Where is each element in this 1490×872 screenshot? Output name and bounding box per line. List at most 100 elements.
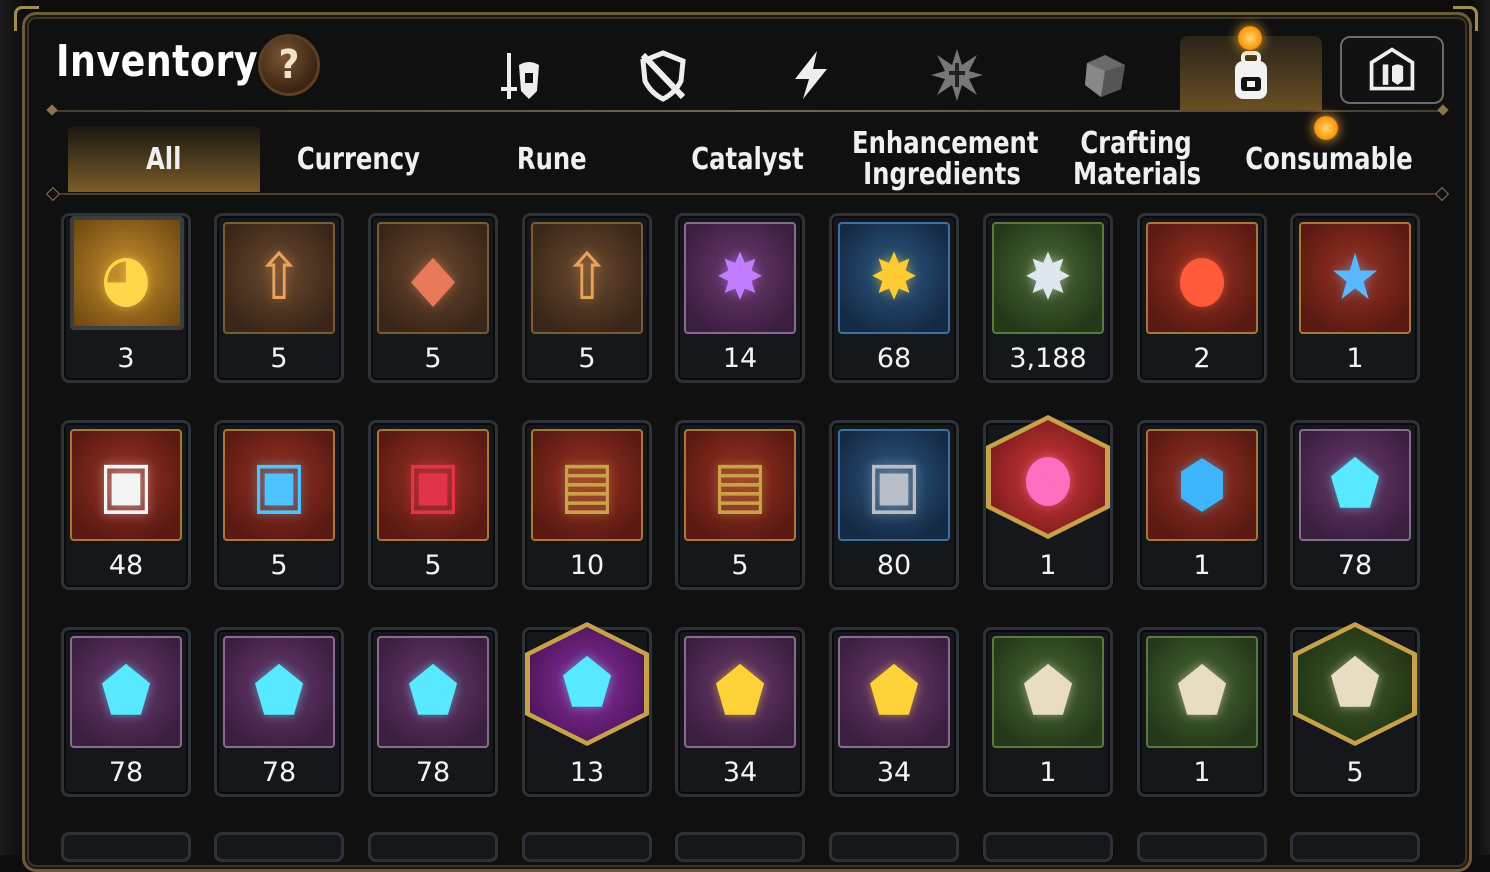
item-count: 48 <box>108 550 144 581</box>
sword-rune-icon: ⬟ <box>1329 448 1381 522</box>
item-count: 5 <box>424 550 442 581</box>
star-rune-icon: ⬟ <box>561 647 613 721</box>
tab-rune[interactable]: Rune <box>456 126 648 192</box>
armor-stone-rune-icon: ⬟ <box>1176 655 1228 729</box>
item-slot-partial[interactable] <box>368 832 498 862</box>
category-equipment[interactable] <box>482 40 552 110</box>
gold-crystal-icon: ✸ <box>869 241 919 315</box>
red-chest-icon: ▣ <box>405 448 461 522</box>
category-artifact[interactable] <box>922 40 992 110</box>
item-slot[interactable]: ✸ 14 <box>675 213 805 383</box>
item-slot[interactable]: ⬟ 78 <box>368 627 498 797</box>
silver-crystal-icon: ✸ <box>1023 241 1073 315</box>
lightning-icon <box>795 51 827 99</box>
item-slot[interactable]: ▣ 5 <box>368 420 498 590</box>
notification-dot <box>1238 26 1262 50</box>
item-slot[interactable]: ⬟ 78 <box>1290 420 1420 590</box>
item-slot[interactable]: ● 1 <box>983 415 1113 590</box>
purple-crystal-icon: ✸ <box>715 241 765 315</box>
page-title: Inventory <box>56 36 259 87</box>
item-count: 78 <box>108 757 144 788</box>
tab-currency[interactable]: Currency <box>262 126 454 192</box>
item-slot[interactable]: ✸ 68 <box>829 213 959 383</box>
phoenix-portrait-icon: ◕ <box>100 241 152 315</box>
item-slot[interactable]: ⬟ 5 <box>1290 622 1420 797</box>
header-divider <box>50 110 1445 112</box>
item-count: 14 <box>722 343 758 374</box>
item-count: 5 <box>731 550 749 581</box>
tab-crafting-materials[interactable]: Crafting Materials <box>1046 126 1226 192</box>
category-unequipped[interactable] <box>628 40 698 110</box>
tab-catalyst[interactable]: Catalyst <box>650 126 844 192</box>
category-bag[interactable] <box>1216 40 1286 110</box>
item-slot[interactable]: ▣ 48 <box>61 420 191 590</box>
item-slot-partial[interactable] <box>1137 832 1267 862</box>
category-shop[interactable] <box>1340 36 1444 104</box>
item-count: 1 <box>1346 343 1364 374</box>
scroll-upgrade-icon: ⇧ <box>562 241 612 315</box>
panel-corner-ornament <box>14 6 39 31</box>
item-count: 1 <box>1039 550 1057 581</box>
item-count: 78 <box>1337 550 1373 581</box>
hammer-rune-icon: ⬟ <box>714 655 766 729</box>
item-slot[interactable]: ⬟ 34 <box>675 627 805 797</box>
tab-divider <box>50 193 1445 195</box>
item-slot[interactable]: ⬟ 13 <box>522 622 652 797</box>
item-count: 2 <box>1193 343 1211 374</box>
item-count: 5 <box>1346 757 1364 788</box>
item-slot-partial[interactable] <box>61 832 191 862</box>
item-slot-partial[interactable] <box>214 832 344 862</box>
item-slot[interactable]: ⬢ 1 <box>1137 420 1267 590</box>
item-slot[interactable]: ⬟ 78 <box>61 627 191 797</box>
item-slot[interactable]: ◕ 3 <box>61 213 191 383</box>
item-count: 1 <box>1039 757 1057 788</box>
red-potion-icon: ● <box>1176 241 1228 315</box>
item-slot-partial[interactable] <box>829 832 959 862</box>
item-slot[interactable]: ⬟ 1 <box>983 627 1113 797</box>
category-material[interactable] <box>1070 40 1140 110</box>
help-button[interactable]: ? <box>258 34 320 96</box>
item-slot-partial[interactable] <box>1290 832 1420 862</box>
helmet-rune-icon: ⬟ <box>100 655 152 729</box>
item-count: 3 <box>117 343 135 374</box>
item-slot[interactable]: ⇧ 5 <box>214 213 344 383</box>
panel-corner-ornament <box>1453 6 1478 31</box>
armor-rune-icon: ⬟ <box>253 655 305 729</box>
item-slot[interactable]: ⬟ 78 <box>214 627 344 797</box>
item-slot-partial[interactable] <box>675 832 805 862</box>
item-count: 78 <box>415 757 451 788</box>
sword-stone-rune-icon: ⬟ <box>1022 655 1074 729</box>
item-slot[interactable]: ◆ 5 <box>368 213 498 383</box>
scroll-upgrade-icon: ⇧ <box>254 241 304 315</box>
shop-helmet-icon <box>1369 47 1415 91</box>
helmet-sword-icon <box>501 53 539 99</box>
item-slot-partial[interactable] <box>522 832 652 862</box>
item-count: 78 <box>261 757 297 788</box>
item-count: 1 <box>1193 550 1211 581</box>
item-slot[interactable]: ● 2 <box>1137 213 1267 383</box>
item-slot[interactable]: ★ 1 <box>1290 213 1420 383</box>
gold-treasure-chest-icon: ▤ <box>712 448 768 522</box>
item-slot[interactable]: ✸ 3,188 <box>983 213 1113 383</box>
item-count: 3,188 <box>1009 343 1087 374</box>
item-slot[interactable]: ⇧ 5 <box>522 213 652 383</box>
boots-rune-icon: ⬟ <box>407 655 459 729</box>
category-energy[interactable] <box>776 40 846 110</box>
item-slot[interactable]: ▤ 10 <box>522 420 652 590</box>
exclaim-rune-icon: ⬟ <box>868 655 920 729</box>
item-count: 1 <box>1193 757 1211 788</box>
cube-icon <box>1085 55 1125 97</box>
item-slot[interactable]: ▤ 5 <box>675 420 805 590</box>
blue-star-potion-icon: ★ <box>1329 241 1381 315</box>
item-slot[interactable]: ▣ 80 <box>829 420 959 590</box>
tab-all[interactable]: All <box>68 126 260 192</box>
scroll-rainbow-cube-icon: ◆ <box>410 241 456 315</box>
item-count: 34 <box>876 757 912 788</box>
item-slot[interactable]: ▣ 5 <box>214 420 344 590</box>
blue-orb-chest-icon: ▣ <box>251 448 307 522</box>
notification-dot <box>1314 116 1338 140</box>
item-slot-partial[interactable] <box>983 832 1113 862</box>
tab-enhancement-ingredients[interactable]: Enhancement Ingredients <box>846 126 1038 192</box>
item-slot[interactable]: ⬟ 1 <box>1137 627 1267 797</box>
item-slot[interactable]: ⬟ 34 <box>829 627 959 797</box>
